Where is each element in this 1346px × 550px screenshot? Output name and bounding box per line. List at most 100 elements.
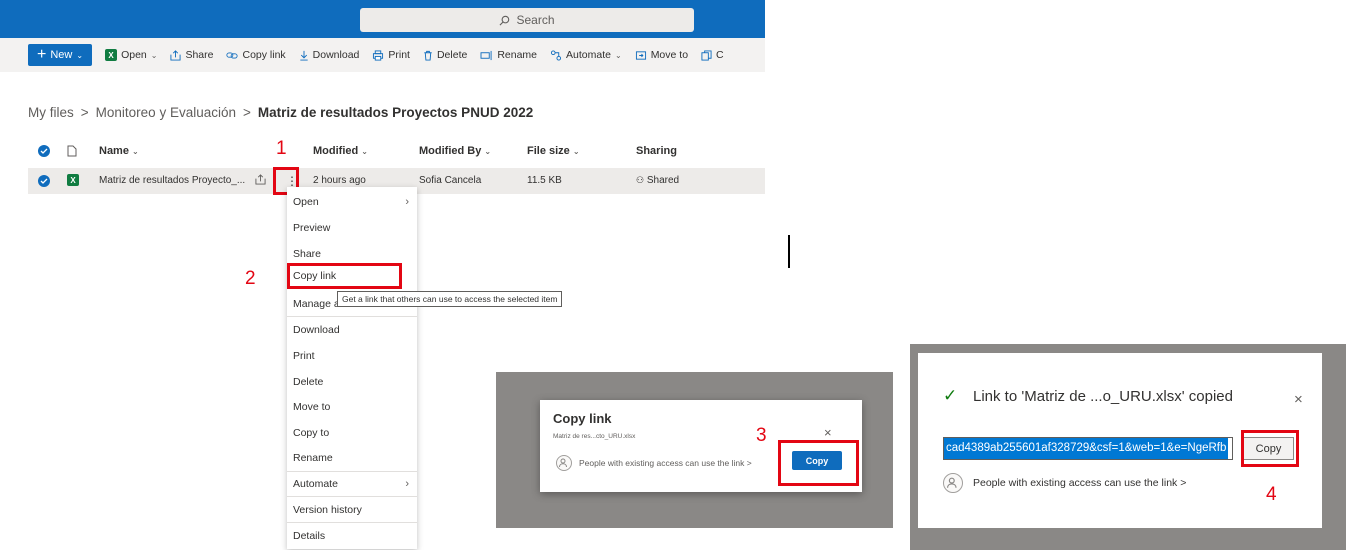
chevron-right-icon: >	[1180, 477, 1187, 489]
copy-link-button[interactable]: Copy link	[226, 49, 286, 61]
breadcrumb-monitoreo[interactable]: Monitoreo y Evaluación	[96, 105, 236, 120]
new-button-label: New	[50, 49, 73, 61]
dialog-title: Copy link	[553, 411, 612, 426]
chevron-down-icon: ⌄	[484, 147, 492, 156]
new-button[interactable]: + New ⌄	[28, 44, 93, 66]
link-settings-text: People with existing access can use the …	[579, 458, 745, 468]
menu-item-rename[interactable]: Rename	[287, 445, 417, 471]
chevron-down-icon: ⌄	[614, 50, 622, 60]
file-sharing-label: Shared	[646, 175, 680, 186]
close-icon[interactable]: ×	[1294, 391, 1303, 408]
col-file-size[interactable]: File size ⌄	[527, 145, 580, 157]
menu-label: Automate	[293, 478, 338, 490]
menu-item-details[interactable]: Details	[287, 523, 417, 549]
annotation-number-1: 1	[276, 138, 287, 159]
open-button[interactable]: X Open ⌄	[105, 49, 157, 61]
breadcrumb-my-files[interactable]: My files	[28, 105, 74, 120]
menu-item-download[interactable]: Download	[287, 317, 417, 343]
chevron-right-icon: ›	[405, 478, 409, 490]
people-icon: ⚇	[636, 175, 645, 185]
file-modified-by[interactable]: Sofia Cancela	[419, 175, 481, 186]
breadcrumb-current: Matriz de resultados Proyectos PNUD 2022	[257, 105, 534, 120]
breadcrumb-separator: >	[242, 105, 251, 120]
move-icon	[635, 50, 647, 61]
select-all-checkbox[interactable]	[38, 145, 50, 158]
menu-item-open[interactable]: Open ›	[287, 189, 417, 215]
col-modified-by[interactable]: Modified By ⌄	[419, 145, 491, 157]
link-url-input[interactable]: cad4389ab255601af328729&csf=1&web=1&e=Ng…	[943, 437, 1233, 460]
move-to-label: Move to	[650, 49, 689, 61]
file-sharing: ⚇ Shared	[636, 175, 679, 186]
copy-to-label: C	[716, 49, 724, 61]
excel-icon: X	[105, 49, 118, 61]
breadcrumb-separator: >	[80, 105, 89, 120]
copy-to-button[interactable]: C	[701, 49, 724, 61]
share-icon	[170, 49, 181, 61]
menu-label: Version history	[293, 504, 362, 516]
file-modified: 2 hours ago	[313, 175, 366, 186]
download-label: Download	[312, 49, 360, 61]
copy-icon	[701, 49, 712, 61]
menu-label: Manage a	[293, 298, 340, 310]
rename-icon	[480, 50, 493, 61]
share-button[interactable]: Share	[170, 49, 213, 61]
menu-label: Move to	[293, 401, 331, 413]
excel-file-icon: X	[67, 174, 79, 186]
download-button[interactable]: Download	[299, 49, 360, 61]
context-menu: Open › Preview Share Copy link Manage a D…	[287, 187, 417, 549]
copy-link-label: Copy link	[242, 49, 286, 61]
move-to-button[interactable]: Move to	[635, 49, 688, 61]
menu-label: Details	[293, 530, 326, 542]
chevron-right-icon: >	[746, 458, 752, 468]
print-icon	[372, 49, 384, 61]
menu-item-preview[interactable]: Preview	[287, 215, 417, 241]
automate-button[interactable]: Automate ⌄	[550, 49, 622, 61]
col-modified-label: Modified	[313, 145, 359, 157]
menu-item-version-history[interactable]: Version history	[287, 497, 417, 523]
menu-label: Preview	[293, 222, 331, 234]
copy-link-tooltip: Get a link that others can use to access…	[337, 291, 563, 307]
chevron-down-icon: ⌄	[361, 147, 368, 156]
chevron-down-icon: ⌄	[132, 147, 139, 156]
menu-label: Copy to	[293, 427, 330, 439]
open-label: Open	[121, 49, 147, 61]
menu-item-delete[interactable]: Delete	[287, 369, 417, 395]
link-icon	[226, 50, 239, 61]
col-file-size-label: File size	[527, 145, 570, 157]
chevron-down-icon: ⌄	[76, 50, 84, 60]
checkmark-icon: ✓	[943, 386, 958, 405]
people-settings-icon	[556, 455, 572, 471]
col-sharing[interactable]: Sharing	[636, 145, 677, 157]
annotation-number-4: 4	[1266, 484, 1277, 505]
row-checkbox[interactable]	[38, 175, 50, 188]
chevron-down-icon: ⌄	[572, 147, 580, 156]
close-icon[interactable]: ×	[824, 425, 832, 440]
annotation-box-2	[287, 263, 402, 289]
link-settings[interactable]: People with existing access can use the …	[943, 473, 1186, 493]
link-settings[interactable]: People with existing access can use the …	[556, 455, 752, 471]
rename-button[interactable]: Rename	[480, 49, 537, 61]
col-name[interactable]: Name ⌄	[99, 145, 139, 157]
file-type-icon	[67, 145, 77, 160]
trash-icon	[423, 50, 433, 61]
search-icon	[499, 15, 510, 26]
col-modified[interactable]: Modified ⌄	[313, 145, 368, 157]
delete-button[interactable]: Delete	[423, 49, 467, 61]
check-circle-icon	[38, 175, 50, 187]
menu-item-move-to[interactable]: Move to	[287, 394, 417, 420]
automate-icon	[550, 49, 562, 61]
file-list-header: Name ⌄ Modified ⌄ Modified By ⌄ File siz…	[0, 140, 765, 164]
menu-item-copy-to[interactable]: Copy to	[287, 420, 417, 446]
menu-label: Share	[293, 248, 322, 260]
search-box[interactable]: Search	[360, 8, 694, 32]
file-name[interactable]: Matriz de resultados Proyecto_...	[99, 175, 245, 186]
menu-item-print[interactable]: Print	[287, 343, 417, 369]
menu-item-automate[interactable]: Automate ›	[287, 471, 417, 497]
dialog-title: Link to 'Matriz de ...o_URU.xlsx' copied	[973, 388, 1233, 405]
plus-icon: +	[37, 46, 47, 63]
rename-label: Rename	[497, 49, 538, 61]
chevron-right-icon: ›	[405, 196, 409, 208]
share-icon[interactable]	[255, 174, 266, 188]
check-circle-icon	[38, 145, 50, 157]
print-button[interactable]: Print	[372, 49, 410, 61]
